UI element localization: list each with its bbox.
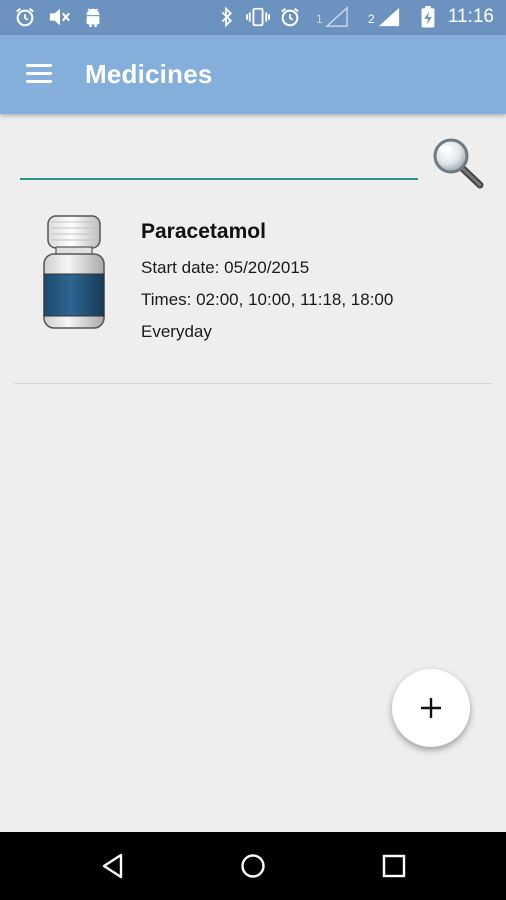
signal-icon	[378, 7, 400, 27]
navigation-bar	[0, 832, 506, 900]
sim2-label: 2	[368, 12, 375, 26]
home-icon[interactable]	[239, 852, 267, 880]
recents-icon[interactable]	[380, 852, 408, 880]
pill-bottle-icon	[43, 215, 105, 329]
alarm-icon	[281, 7, 299, 27]
status-bar: 1 2 11:16	[0, 0, 506, 35]
page-title: Medicines	[85, 59, 213, 89]
alarm-icon	[16, 7, 34, 27]
menu-icon[interactable]	[26, 64, 52, 84]
medicine-name: Paracetamol	[141, 220, 266, 243]
status-time: 11:16	[447, 6, 494, 27]
bluetooth-icon	[221, 6, 232, 28]
sim1-label: 1	[316, 12, 323, 26]
medicine-frequency: Everyday	[141, 322, 212, 341]
medicine-times: Times: 02:00, 10:00, 11:18, 18:00	[141, 290, 394, 309]
list-item[interactable]: Paracetamol Start date: 05/20/2015 Times…	[14, 200, 492, 383]
divider	[14, 383, 492, 384]
app-bar: Medicines	[0, 35, 506, 114]
android-icon	[86, 8, 100, 28]
back-icon[interactable]	[99, 852, 127, 880]
vibrate-icon	[246, 7, 270, 27]
plus-icon	[421, 698, 441, 718]
search-input[interactable]	[20, 144, 418, 180]
add-medicine-button[interactable]	[392, 669, 470, 747]
battery-charging-icon	[421, 6, 435, 28]
mute-icon	[49, 8, 70, 26]
magnifier-icon[interactable]	[430, 136, 486, 192]
signal-icon	[325, 6, 348, 27]
medicine-start-date: Start date: 05/20/2015	[141, 258, 310, 277]
